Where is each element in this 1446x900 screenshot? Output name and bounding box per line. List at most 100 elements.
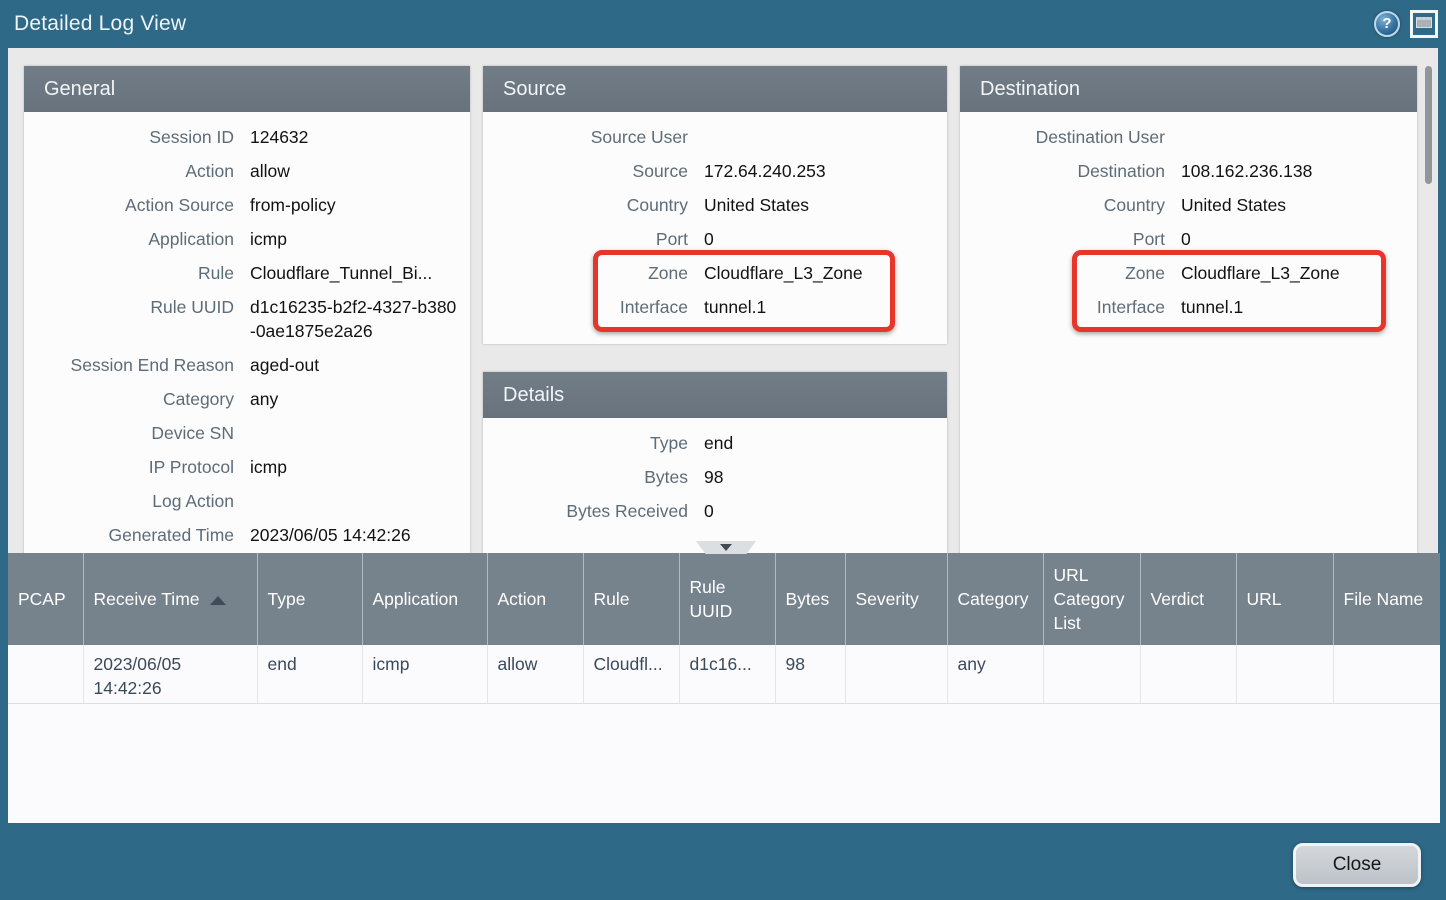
col-header-application[interactable]: Application bbox=[362, 553, 487, 645]
field-value: Cloudflare_L3_Zone bbox=[688, 261, 947, 285]
close-button[interactable]: Close bbox=[1293, 843, 1421, 887]
log-detail-content: General Session ID 124632 Action allow A… bbox=[8, 48, 1438, 553]
field-label: Application bbox=[24, 227, 234, 251]
panel-destination-title: Destination bbox=[960, 66, 1417, 112]
cell-bytes: 98 bbox=[775, 645, 845, 703]
field-label: IP Protocol bbox=[24, 455, 234, 479]
table-header-row: PCAP Receive Time Type Application Actio… bbox=[8, 553, 1440, 645]
cell-application: icmp bbox=[362, 645, 487, 703]
field-value: 98 bbox=[688, 465, 947, 489]
col-header-rule[interactable]: Rule bbox=[583, 553, 679, 645]
cell-action: allow bbox=[487, 645, 583, 703]
field-row: Session ID 124632 bbox=[24, 120, 470, 154]
collapse-panels-handle[interactable] bbox=[696, 541, 756, 554]
maximize-window-icon[interactable] bbox=[1410, 10, 1438, 38]
field-label: Port bbox=[960, 227, 1165, 251]
field-row: IP Protocol icmp bbox=[24, 450, 470, 484]
cell-verdict bbox=[1140, 645, 1236, 703]
field-value: from-policy bbox=[234, 193, 470, 217]
field-value: icmp bbox=[234, 227, 470, 251]
col-header-verdict[interactable]: Verdict bbox=[1140, 553, 1236, 645]
col-header-pcap[interactable]: PCAP bbox=[8, 553, 83, 645]
field-row: Rule Cloudflare_Tunnel_Bi... bbox=[24, 256, 470, 290]
panel-details-fields: Type end Bytes 98 Bytes Received 0 bbox=[483, 418, 947, 528]
panel-destination: Destination Destination User Destination… bbox=[960, 66, 1417, 553]
field-label: Interface bbox=[960, 295, 1165, 319]
field-label: Zone bbox=[960, 261, 1165, 285]
field-row: Destination User bbox=[960, 120, 1417, 154]
field-label: Source bbox=[483, 159, 688, 183]
field-label: Rule bbox=[24, 261, 234, 285]
col-header-category[interactable]: Category bbox=[947, 553, 1043, 645]
field-row: Source 172.64.240.253 bbox=[483, 154, 947, 188]
field-value: tunnel.1 bbox=[1165, 295, 1417, 319]
col-header-url[interactable]: URL bbox=[1236, 553, 1333, 645]
field-row: Action allow bbox=[24, 154, 470, 188]
field-row: Generated Time 2023/06/05 14:42:26 bbox=[24, 518, 470, 552]
col-header-bytes[interactable]: Bytes bbox=[775, 553, 845, 645]
field-row: Action Source from-policy bbox=[24, 188, 470, 222]
col-header-action[interactable]: Action bbox=[487, 553, 583, 645]
field-value: 0 bbox=[1165, 227, 1417, 251]
field-row: Zone Cloudflare_L3_Zone bbox=[483, 256, 947, 290]
field-label: Destination User bbox=[960, 125, 1165, 149]
field-label: Country bbox=[960, 193, 1165, 217]
panel-source-fields: Source User Source 172.64.240.253 Countr… bbox=[483, 112, 947, 324]
field-row: Type end bbox=[483, 426, 947, 460]
cell-url bbox=[1236, 645, 1333, 703]
dialog-titlebar: Detailed Log View ? bbox=[0, 0, 1446, 48]
field-value: 124632 bbox=[234, 125, 470, 149]
field-row: Bytes 98 bbox=[483, 460, 947, 494]
field-row: Country United States bbox=[960, 188, 1417, 222]
field-value: United States bbox=[688, 193, 947, 217]
field-value: 108.162.236.138 bbox=[1165, 159, 1417, 183]
col-header-file-name[interactable]: File Name bbox=[1333, 553, 1440, 645]
field-value: end bbox=[688, 431, 947, 455]
field-label: Category bbox=[24, 387, 234, 411]
col-header-severity[interactable]: Severity bbox=[845, 553, 947, 645]
cell-category: any bbox=[947, 645, 1043, 703]
field-row: Country United States bbox=[483, 188, 947, 222]
maximize-window-glyph bbox=[1416, 17, 1432, 28]
field-row: Device SN bbox=[24, 416, 470, 450]
field-label: Action Source bbox=[24, 193, 234, 217]
field-row: Session End Reason aged-out bbox=[24, 348, 470, 382]
field-value bbox=[234, 489, 470, 513]
field-value: Cloudflare_Tunnel_Bi... bbox=[234, 261, 470, 285]
panel-general: General Session ID 124632 Action allow A… bbox=[24, 66, 470, 553]
chevron-down-icon bbox=[720, 544, 732, 551]
cell-type: end bbox=[257, 645, 362, 703]
cell-file-name bbox=[1333, 645, 1440, 703]
field-label: Type bbox=[483, 431, 688, 455]
field-label: Country bbox=[483, 193, 688, 217]
cell-receive-time: 2023/06/05 14:42:26 bbox=[83, 645, 257, 703]
field-row: Category any bbox=[24, 382, 470, 416]
field-value: any bbox=[234, 387, 470, 411]
field-value bbox=[1165, 125, 1417, 149]
field-label: Bytes Received bbox=[483, 499, 688, 523]
field-row: Source User bbox=[483, 120, 947, 154]
field-label: Session ID bbox=[24, 125, 234, 149]
col-header-url-category-list[interactable]: URL Category List bbox=[1043, 553, 1140, 645]
col-header-type[interactable]: Type bbox=[257, 553, 362, 645]
cell-url-category-list bbox=[1043, 645, 1140, 703]
col-header-rule-uuid[interactable]: Rule UUID bbox=[679, 553, 775, 645]
field-value: allow bbox=[234, 159, 470, 183]
log-table-row[interactable]: 2023/06/05 14:42:26 end icmp allow Cloud… bbox=[8, 645, 1440, 703]
field-value: United States bbox=[1165, 193, 1417, 217]
cell-pcap bbox=[8, 645, 83, 703]
panel-general-fields: Session ID 124632 Action allow Action So… bbox=[24, 112, 470, 552]
cell-rule-uuid: d1c16... bbox=[679, 645, 775, 703]
help-icon[interactable]: ? bbox=[1374, 11, 1400, 37]
cell-rule: Cloudfl... bbox=[583, 645, 679, 703]
col-header-receive-time[interactable]: Receive Time bbox=[83, 553, 257, 645]
field-row: Interface tunnel.1 bbox=[483, 290, 947, 324]
dialog-title: Detailed Log View bbox=[14, 0, 186, 48]
field-value: icmp bbox=[234, 455, 470, 479]
field-label: Zone bbox=[483, 261, 688, 285]
vertical-scrollbar-thumb[interactable] bbox=[1425, 66, 1432, 184]
field-row: Port 0 bbox=[960, 222, 1417, 256]
panel-source: Source Source User Source 172.64.240.253… bbox=[483, 66, 947, 344]
field-row: Rule UUID d1c16235-b2f2-4327-b380-0ae187… bbox=[24, 290, 470, 348]
field-row: Interface tunnel.1 bbox=[960, 290, 1417, 324]
